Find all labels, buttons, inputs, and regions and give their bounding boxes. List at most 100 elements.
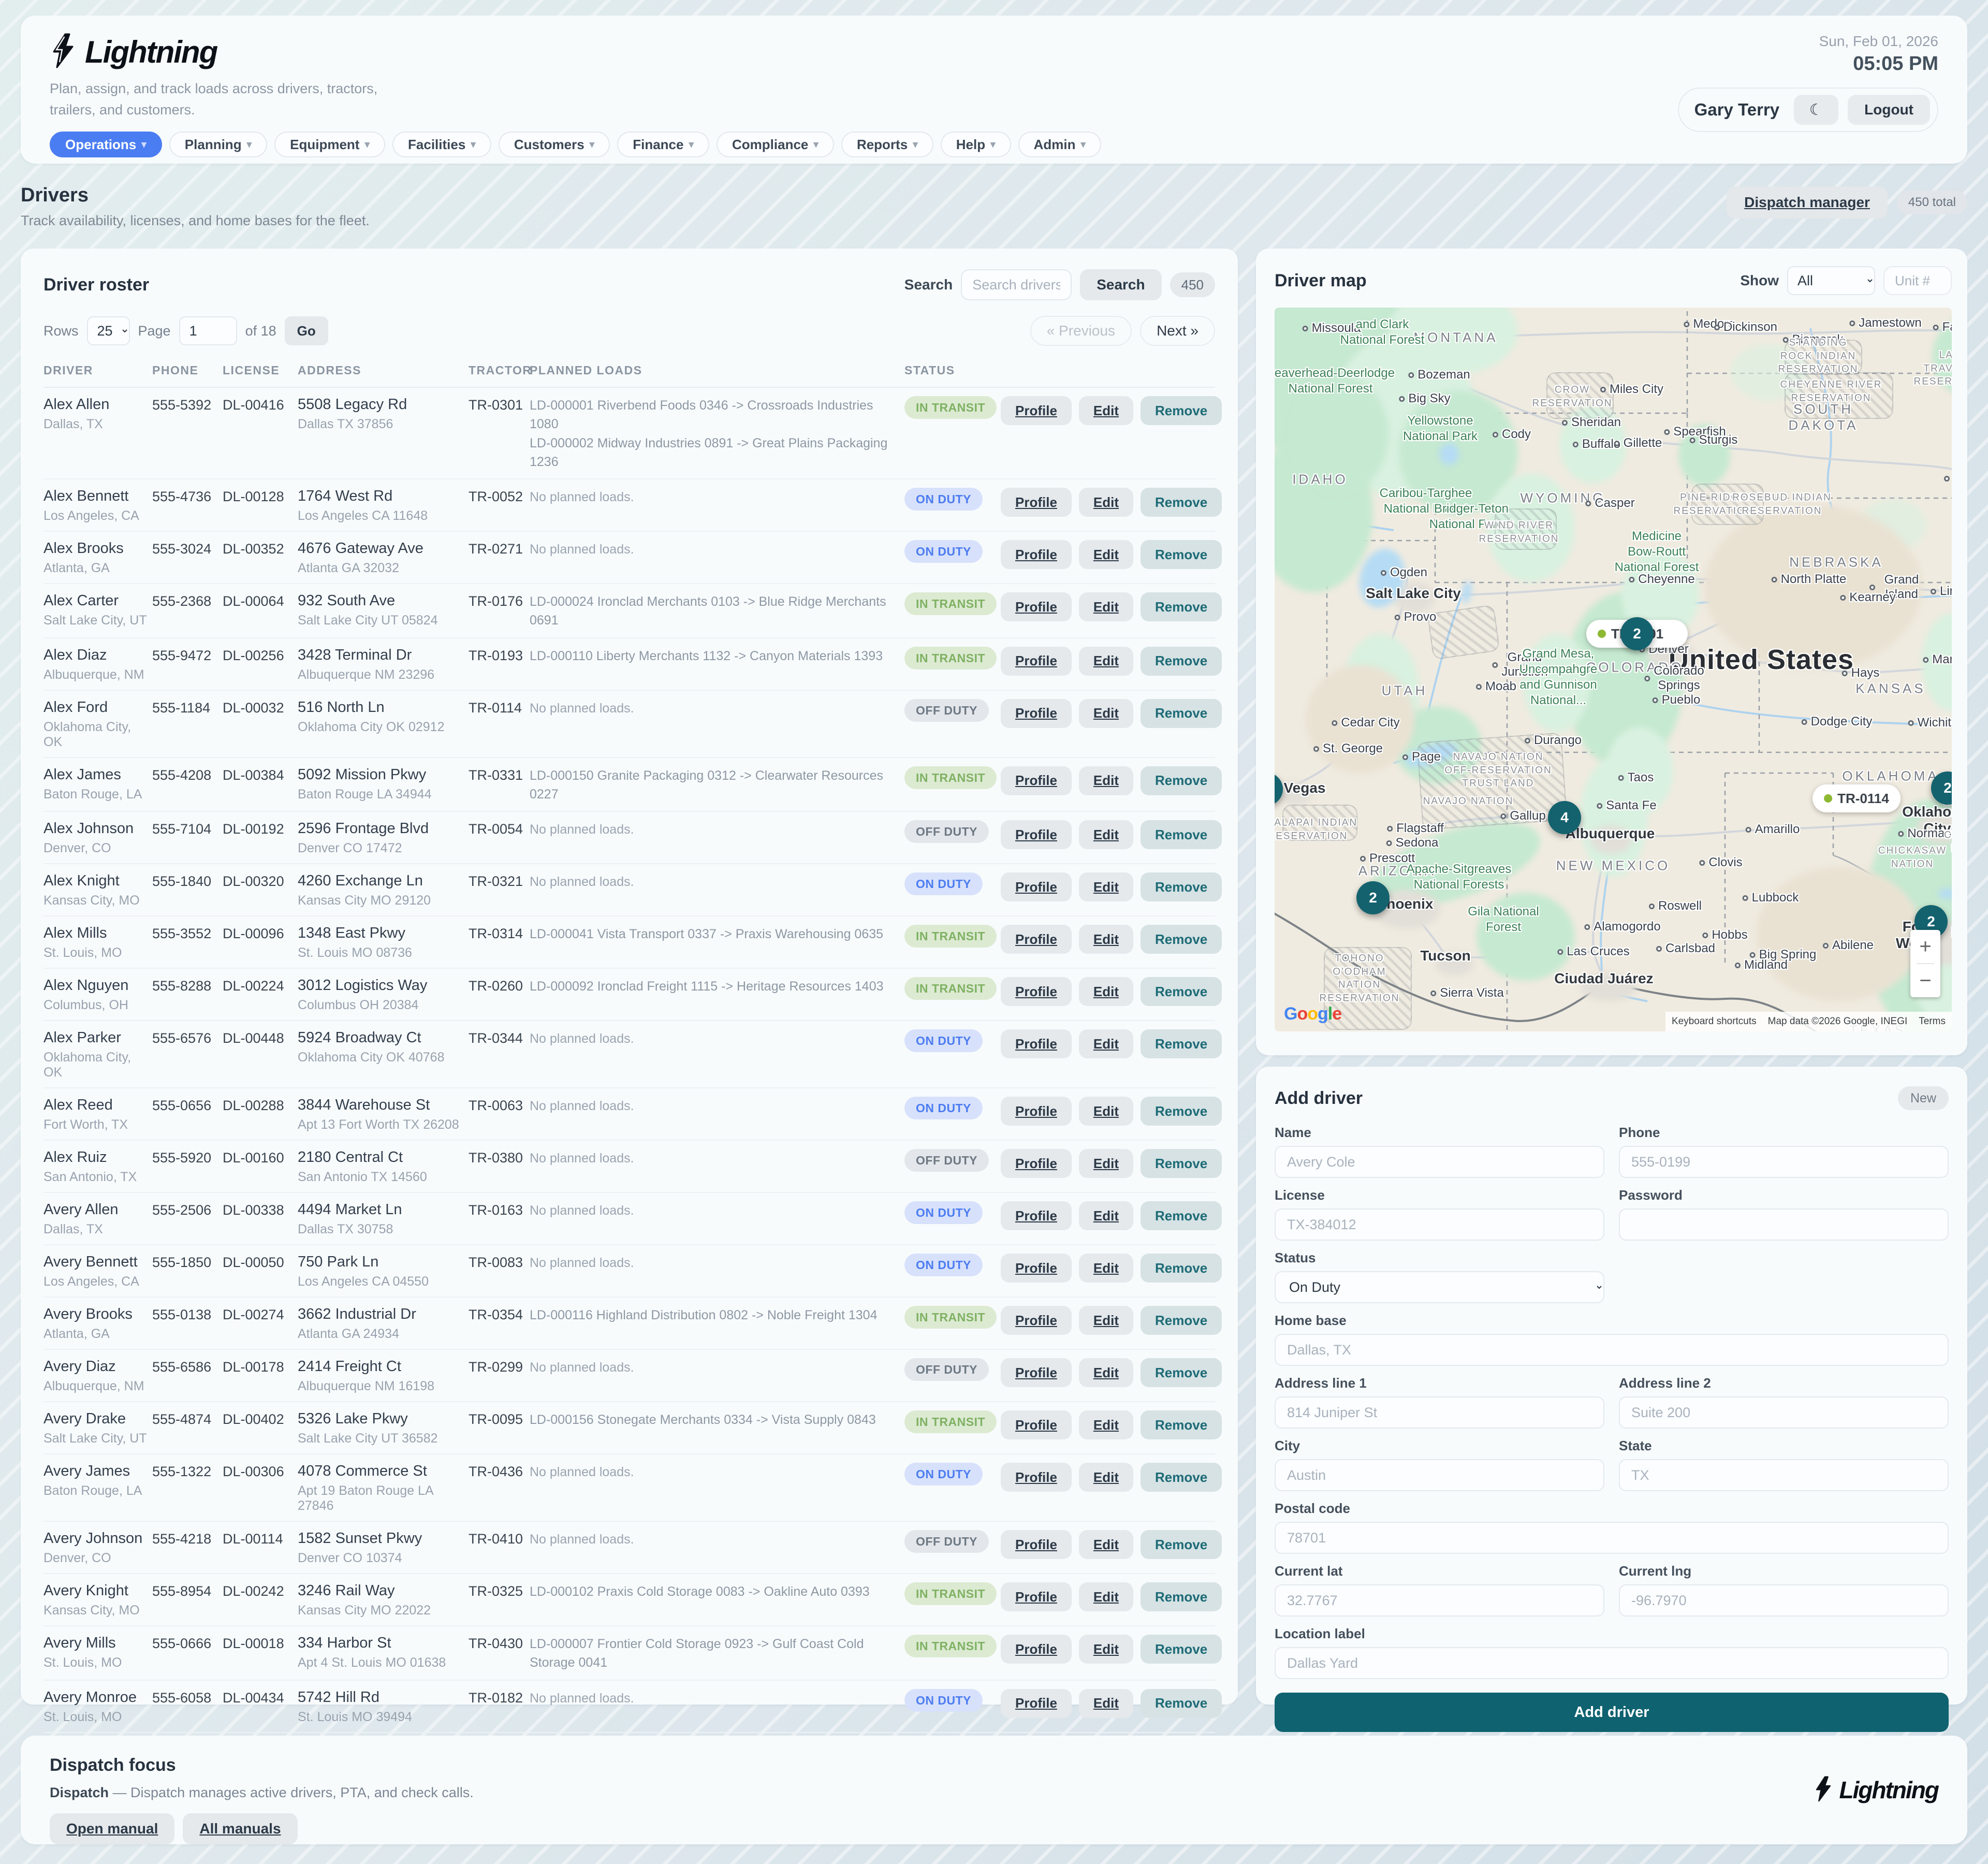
driver-cluster-marker[interactable]: 2 [1620,617,1654,650]
edit-button[interactable]: Edit [1079,1530,1133,1559]
edit-button[interactable]: Edit [1079,1149,1133,1178]
postal-code-field[interactable] [1275,1522,1949,1554]
nav-item-customers[interactable]: Customers▾ [499,132,610,157]
remove-button[interactable]: Remove [1141,1254,1222,1283]
edit-button[interactable]: Edit [1079,766,1133,795]
open-manual-button[interactable]: Open manual [50,1813,174,1844]
profile-button[interactable]: Profile [1001,766,1072,795]
profile-button[interactable]: Profile [1001,1254,1072,1283]
nav-item-help[interactable]: Help▾ [941,132,1011,157]
next-page-button-top[interactable]: Next » [1140,316,1215,346]
remove-button[interactable]: Remove [1141,1689,1222,1718]
profile-button[interactable]: Profile [1001,1097,1072,1126]
edit-button[interactable]: Edit [1079,977,1133,1006]
profile-button[interactable]: Profile [1001,592,1072,621]
nav-item-planning[interactable]: Planning▾ [169,132,267,157]
profile-button[interactable]: Profile [1001,1201,1072,1230]
edit-button[interactable]: Edit [1079,1689,1133,1718]
phone-field[interactable] [1619,1146,1949,1178]
current-lng-field[interactable] [1619,1584,1949,1617]
remove-button[interactable]: Remove [1141,925,1222,954]
all-manuals-button[interactable]: All manuals [183,1813,297,1844]
nav-item-reports[interactable]: Reports▾ [841,132,933,157]
license-field[interactable] [1275,1208,1604,1241]
remove-button[interactable]: Remove [1141,647,1222,676]
dispatch-manager-button[interactable]: Dispatch manager [1727,186,1888,219]
remove-button[interactable]: Remove [1141,1149,1222,1178]
unit-marker-pill[interactable]: TR-0114 [1812,784,1901,812]
address1-field[interactable] [1275,1396,1604,1429]
profile-button[interactable]: Profile [1001,1530,1072,1559]
driver-cluster-marker[interactable]: 4 [1548,801,1581,834]
remove-button[interactable]: Remove [1141,1635,1222,1664]
profile-button[interactable]: Profile [1001,1463,1072,1492]
remove-button[interactable]: Remove [1141,1530,1222,1559]
edit-button[interactable]: Edit [1079,1029,1133,1058]
profile-button[interactable]: Profile [1001,488,1072,517]
nav-item-compliance[interactable]: Compliance▾ [717,132,834,157]
nav-item-facilities[interactable]: Facilities▾ [392,132,491,157]
search-input[interactable] [961,269,1072,300]
profile-button[interactable]: Profile [1001,699,1072,728]
edit-button[interactable]: Edit [1079,1097,1133,1126]
remove-button[interactable]: Remove [1141,1201,1222,1230]
address2-field[interactable] [1619,1396,1949,1429]
edit-button[interactable]: Edit [1079,699,1133,728]
zoom-in-button[interactable]: + [1910,930,1940,963]
location-label-field[interactable] [1275,1647,1949,1679]
zoom-out-button[interactable]: − [1910,964,1940,997]
unit-filter-input[interactable] [1883,266,1952,295]
remove-button[interactable]: Remove [1141,766,1222,795]
rows-per-page-select[interactable]: 25 [87,316,130,345]
map-canvas[interactable]: United StatesMONTANAIDAHOWYOMINGSOUTH DA… [1275,308,1952,1031]
status-select[interactable]: On Duty [1275,1271,1604,1303]
remove-button[interactable]: Remove [1141,872,1222,901]
remove-button[interactable]: Remove [1141,977,1222,1006]
state-field[interactable] [1619,1459,1949,1491]
remove-button[interactable]: Remove [1141,820,1222,849]
remove-button[interactable]: Remove [1141,592,1222,621]
search-button[interactable]: Search [1080,269,1161,300]
profile-button[interactable]: Profile [1001,1689,1072,1718]
nav-item-equipment[interactable]: Equipment▾ [274,132,385,157]
edit-button[interactable]: Edit [1079,1463,1133,1492]
profile-button[interactable]: Profile [1001,1306,1072,1335]
home-base-field[interactable] [1275,1334,1949,1366]
remove-button[interactable]: Remove [1141,488,1222,517]
go-button[interactable]: Go [285,316,328,345]
remove-button[interactable]: Remove [1141,1029,1222,1058]
profile-button[interactable]: Profile [1001,1410,1072,1439]
profile-button[interactable]: Profile [1001,540,1072,569]
remove-button[interactable]: Remove [1141,1410,1222,1439]
edit-button[interactable]: Edit [1079,872,1133,901]
edit-button[interactable]: Edit [1079,488,1133,517]
edit-button[interactable]: Edit [1079,396,1133,425]
remove-button[interactable]: Remove [1141,1463,1222,1492]
remove-button[interactable]: Remove [1141,1306,1222,1335]
profile-button[interactable]: Profile [1001,925,1072,954]
profile-button[interactable]: Profile [1001,820,1072,849]
driver-cluster-marker[interactable]: 2 [1356,881,1390,914]
profile-button[interactable]: Profile [1001,872,1072,901]
city-field[interactable] [1275,1459,1604,1491]
previous-page-button-top[interactable]: « Previous [1030,316,1132,346]
password-field[interactable] [1619,1208,1949,1241]
profile-button[interactable]: Profile [1001,396,1072,425]
logout-button[interactable]: Logout [1848,95,1930,125]
profile-button[interactable]: Profile [1001,1635,1072,1664]
profile-button[interactable]: Profile [1001,977,1072,1006]
add-driver-submit-button[interactable]: Add driver [1275,1693,1949,1732]
page-number-input[interactable] [179,316,237,345]
remove-button[interactable]: Remove [1141,1097,1222,1126]
terms-link[interactable]: Terms [1919,1016,1946,1027]
profile-button[interactable]: Profile [1001,1029,1072,1058]
edit-button[interactable]: Edit [1079,1582,1133,1611]
edit-button[interactable]: Edit [1079,540,1133,569]
nav-item-admin[interactable]: Admin▾ [1018,132,1101,157]
current-lat-field[interactable] [1275,1584,1604,1617]
edit-button[interactable]: Edit [1079,1306,1133,1335]
theme-toggle-button[interactable]: ☾ [1794,95,1838,125]
edit-button[interactable]: Edit [1079,1254,1133,1283]
profile-button[interactable]: Profile [1001,647,1072,676]
edit-button[interactable]: Edit [1079,1358,1133,1387]
